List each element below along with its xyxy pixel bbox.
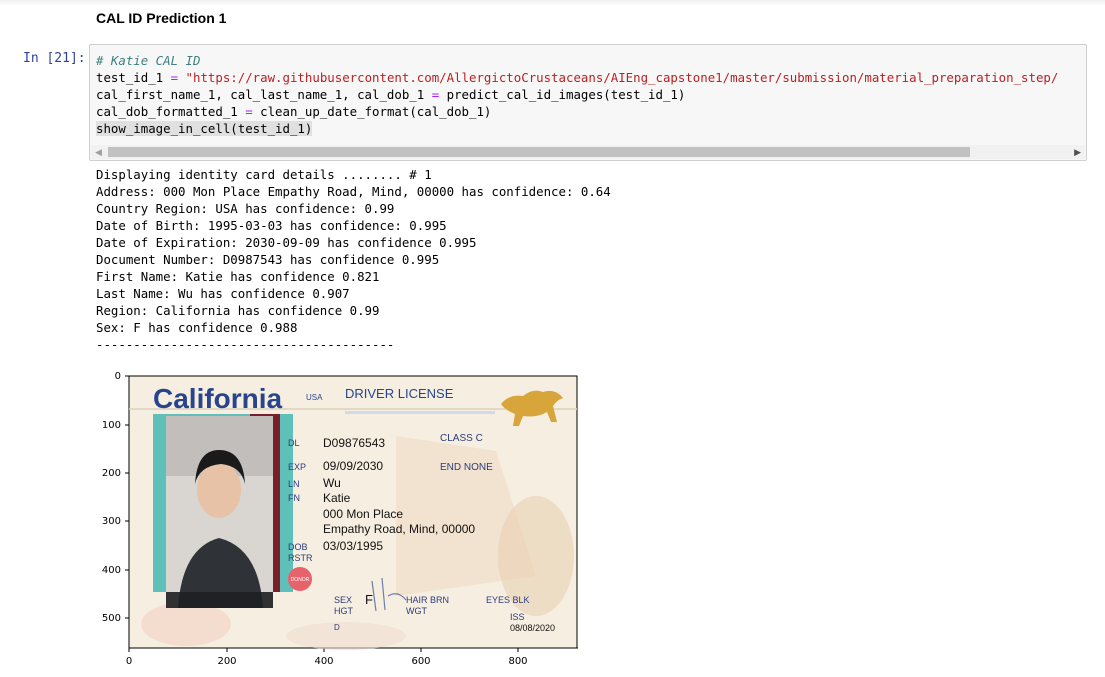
cell-output-text: Displaying identity card details .......… <box>96 166 611 353</box>
eyes-label: EYES BLK <box>486 595 530 605</box>
address-line-2: Empathy Road, Mind, 00000 <box>323 522 475 536</box>
output-line: Sex: F has confidence 0.988 <box>96 320 298 335</box>
horizontal-scrollbar[interactable]: ◀ ▶ <box>91 145 1085 159</box>
x-axis: 0 200 400 600 800 <box>126 647 578 667</box>
code-line-4-op: = <box>245 104 253 119</box>
y-tick-label: 500 <box>102 613 121 624</box>
code-line-3-b: predict_cal_id_images(test_id_1) <box>439 87 686 102</box>
iss-date: 08/08/2020 <box>510 623 555 633</box>
scroll-right-icon[interactable]: ▶ <box>1074 147 1081 158</box>
code-line-2-op: = <box>170 70 179 85</box>
exp-label: EXP <box>288 462 306 472</box>
x-tick-label: 200 <box>217 656 236 667</box>
output-line: Country Region: USA has confidence: 0.99 <box>96 201 395 216</box>
y-axis: 0 100 200 300 400 500 <box>102 371 130 648</box>
exp-date: 09/09/2030 <box>323 459 383 473</box>
output-line: Date of Expiration: 2030-09-09 has confi… <box>96 235 477 250</box>
card-usa-label: USA <box>306 393 323 402</box>
output-line: Displaying identity card details .......… <box>96 167 432 182</box>
fn-label: FN <box>288 493 300 503</box>
ln-label: LN <box>288 479 300 489</box>
dob-date: 03/03/1995 <box>323 539 383 553</box>
y-tick-label: 100 <box>102 420 121 431</box>
rstr-label: RSTR <box>288 553 313 563</box>
code-line-2-string: "https://raw.githubusercontent.com/Aller… <box>178 70 1059 85</box>
sex-value: F <box>365 592 373 607</box>
code-line-4-b: clean_up_date_format(cal_dob_1) <box>252 104 492 119</box>
x-tick-label: 600 <box>411 656 430 667</box>
y-tick-label: 300 <box>102 516 121 527</box>
wgt-label: WGT <box>406 606 427 616</box>
hair-label: HAIR BRN <box>406 595 449 605</box>
code-line-3-a: cal_first_name_1, cal_last_name_1, cal_d… <box>96 87 432 102</box>
x-tick-label: 0 <box>126 656 132 667</box>
output-line: Last Name: Wu has confidence 0.907 <box>96 286 350 301</box>
hgt-label: HGT <box>334 606 354 616</box>
code-cell-input[interactable]: # Katie CAL ID test_id_1 = "https://raw.… <box>89 44 1087 161</box>
dob-label: DOB <box>288 542 308 552</box>
markdown-heading: CAL ID Prediction 1 <box>96 10 227 26</box>
scrollbar-thumb[interactable] <box>108 147 970 157</box>
end-label: END NONE <box>440 462 493 473</box>
code-line-4-a: cal_dob_formatted_1 <box>96 104 246 119</box>
donor-label: DONOR <box>291 577 310 583</box>
card-state-title: California <box>153 383 283 414</box>
y-tick-label: 400 <box>102 565 121 576</box>
sex-label: SEX <box>334 595 352 605</box>
x-tick-label: 800 <box>508 656 527 667</box>
card-type-label: DRIVER LICENSE <box>345 386 454 401</box>
code-line-5-selected: show_image_in_cell(test_id_1) <box>96 121 313 136</box>
image-plot: 0 100 200 300 400 500 0 200 400 600 800 … <box>102 371 578 667</box>
card-bg-flower <box>286 622 406 650</box>
y-tick-label: 0 <box>115 371 121 382</box>
code-line-2-var: test_id_1 <box>96 70 171 85</box>
portrait-face <box>197 462 241 518</box>
notebook-top-bar <box>0 0 1105 6</box>
id-card-image: California USA DRIVER LICENSE DL EXP LN … <box>128 375 578 650</box>
output-line: First Name: Katie has confidence 0.821 <box>96 269 380 284</box>
dl-number: D09876543 <box>323 436 385 450</box>
card-bg-flower <box>141 602 231 646</box>
dd-label: D <box>334 623 340 632</box>
iss-label: ISS <box>510 612 525 622</box>
output-line: Region: California has confidence 0.99 <box>96 303 380 318</box>
dl-label: DL <box>288 438 300 448</box>
output-line: ---------------------------------------- <box>96 337 395 352</box>
cell-prompt: In [21]: <box>23 51 86 66</box>
output-line: Address: 000 Mon Place Empathy Road, Min… <box>96 184 611 199</box>
x-tick-label: 400 <box>314 656 333 667</box>
class-label: CLASS C <box>440 433 483 444</box>
y-tick-label: 200 <box>102 468 121 479</box>
output-line: Date of Birth: 1995-03-03 has confidence… <box>96 218 447 233</box>
first-name: Katie <box>323 491 351 505</box>
scroll-left-icon[interactable]: ◀ <box>95 147 102 158</box>
code-comment: # Katie CAL ID <box>96 53 201 68</box>
address-line-1: 000 Mon Place <box>323 507 403 521</box>
output-line: Document Number: D0987543 has confidence… <box>96 252 440 267</box>
code-editor[interactable]: # Katie CAL ID test_id_1 = "https://raw.… <box>96 52 1058 137</box>
last-name: Wu <box>323 476 341 490</box>
